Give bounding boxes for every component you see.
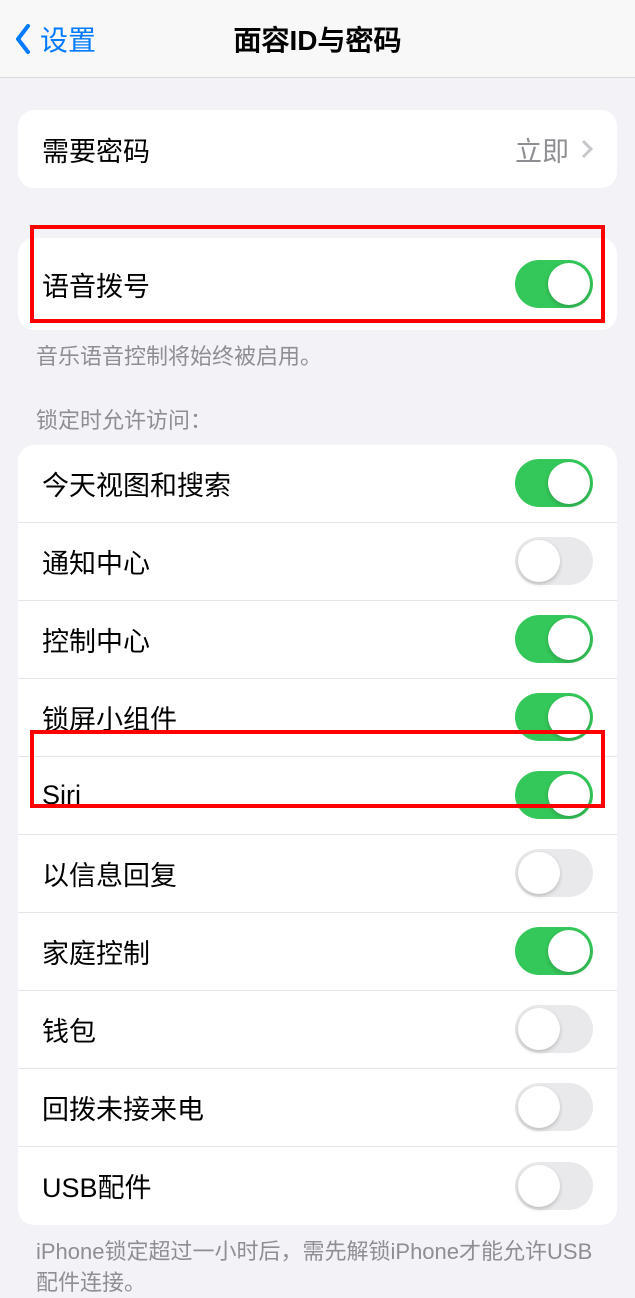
voice-dial-row: 语音拨号 bbox=[18, 238, 617, 330]
voice-group: 语音拨号 bbox=[18, 238, 617, 330]
home-control-label: 家庭控制 bbox=[42, 932, 150, 971]
today-view-toggle[interactable] bbox=[515, 459, 593, 507]
lock-screen-widgets-toggle[interactable] bbox=[515, 693, 593, 741]
siri-row: Siri bbox=[18, 757, 617, 835]
reply-with-message-toggle[interactable] bbox=[515, 849, 593, 897]
locked-access-group: 今天视图和搜索 通知中心 控制中心 锁屏小组件 Siri 以信息回复 家庭控制 bbox=[18, 445, 617, 1225]
back-button[interactable]: 设置 bbox=[0, 19, 96, 59]
voice-footer: 音乐语音控制将始终被启用。 bbox=[0, 330, 635, 373]
usb-accessories-toggle[interactable] bbox=[515, 1162, 593, 1210]
require-passcode-row[interactable]: 需要密码 立即 bbox=[18, 110, 617, 188]
passcode-group: 需要密码 立即 bbox=[18, 110, 617, 188]
siri-toggle[interactable] bbox=[515, 771, 593, 819]
notification-center-label: 通知中心 bbox=[42, 542, 150, 581]
return-missed-calls-toggle[interactable] bbox=[515, 1083, 593, 1131]
reply-with-message-label: 以信息回复 bbox=[42, 854, 177, 893]
page-title: 面容ID与密码 bbox=[233, 19, 401, 59]
locked-access-footer: iPhone锁定超过一小时后，需先解锁iPhone才能允许USB配件连接。 bbox=[0, 1225, 635, 1298]
return-missed-calls-label: 回拨未接来电 bbox=[42, 1088, 204, 1127]
lock-screen-widgets-row: 锁屏小组件 bbox=[18, 679, 617, 757]
chevron-left-icon bbox=[14, 24, 32, 54]
usb-accessories-row: USB配件 bbox=[18, 1147, 617, 1225]
notification-center-row: 通知中心 bbox=[18, 523, 617, 601]
wallet-toggle[interactable] bbox=[515, 1005, 593, 1053]
voice-dial-toggle[interactable] bbox=[515, 260, 593, 308]
lock-screen-widgets-label: 锁屏小组件 bbox=[42, 698, 177, 737]
wallet-row: 钱包 bbox=[18, 991, 617, 1069]
control-center-label: 控制中心 bbox=[42, 620, 150, 659]
control-center-toggle[interactable] bbox=[515, 615, 593, 663]
control-center-row: 控制中心 bbox=[18, 601, 617, 679]
nav-header: 设置 面容ID与密码 bbox=[0, 0, 635, 78]
require-passcode-value: 立即 bbox=[515, 130, 593, 169]
locked-access-header: 锁定时允许访问： bbox=[0, 373, 635, 445]
siri-label: Siri bbox=[42, 780, 81, 811]
return-missed-calls-row: 回拨未接来电 bbox=[18, 1069, 617, 1147]
usb-accessories-label: USB配件 bbox=[42, 1166, 152, 1205]
home-control-toggle[interactable] bbox=[515, 927, 593, 975]
today-view-row: 今天视图和搜索 bbox=[18, 445, 617, 523]
wallet-label: 钱包 bbox=[42, 1010, 96, 1049]
reply-with-message-row: 以信息回复 bbox=[18, 835, 617, 913]
home-control-row: 家庭控制 bbox=[18, 913, 617, 991]
back-label: 设置 bbox=[40, 19, 96, 59]
today-view-label: 今天视图和搜索 bbox=[42, 464, 231, 503]
notification-center-toggle[interactable] bbox=[515, 537, 593, 585]
require-passcode-label: 需要密码 bbox=[42, 130, 150, 169]
voice-dial-label: 语音拨号 bbox=[42, 265, 150, 304]
chevron-right-icon bbox=[581, 139, 593, 159]
